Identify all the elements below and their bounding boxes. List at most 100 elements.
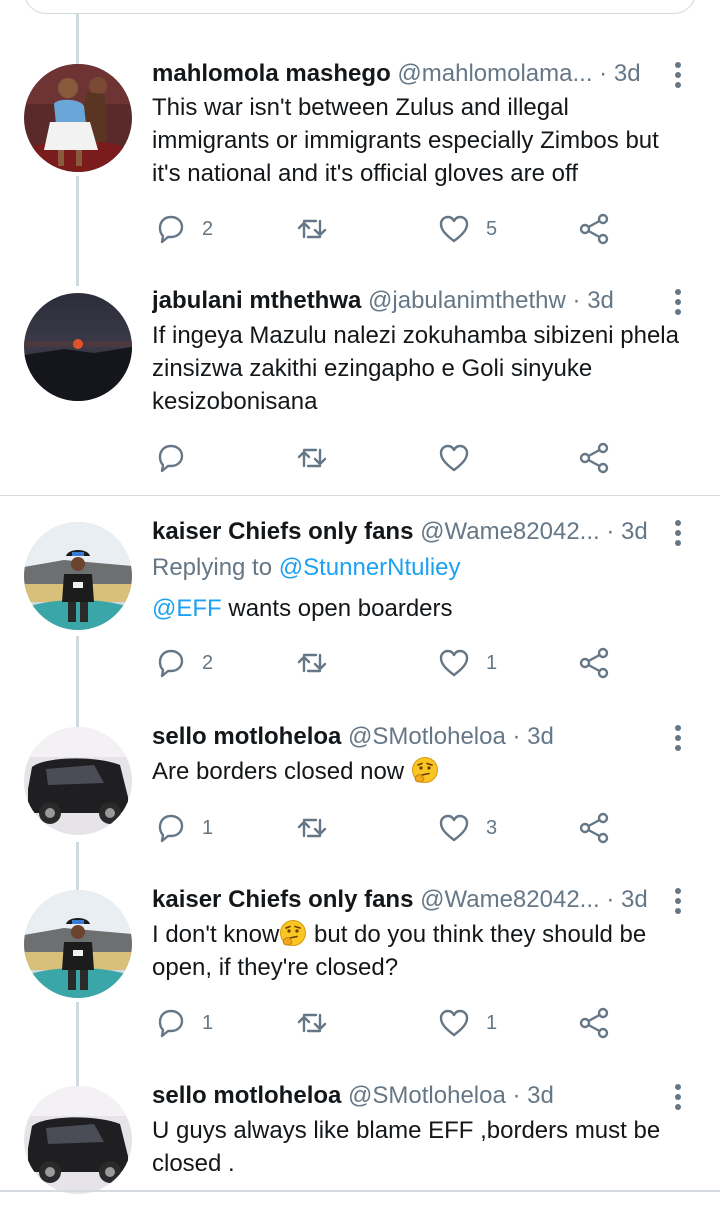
like-button[interactable]: 5 xyxy=(436,209,497,249)
more-vertical-icon[interactable] xyxy=(668,287,688,317)
user-handle[interactable]: @Wame82042... xyxy=(420,518,600,545)
more-vertical-icon[interactable] xyxy=(668,886,688,916)
more-vertical-icon[interactable] xyxy=(668,1082,688,1112)
mention-link[interactable]: @EFF xyxy=(152,595,222,622)
heart-icon xyxy=(439,215,469,243)
tweet-text: U guys always like blame EFF ,borders mu… xyxy=(152,1117,661,1177)
retweet-button[interactable] xyxy=(294,808,330,848)
heart-icon xyxy=(439,444,469,472)
reply-button[interactable]: 2 xyxy=(152,643,213,683)
timestamp[interactable]: 3d xyxy=(587,287,614,314)
tweet-header: mahlomola mashego @mahlomolama... · 3d xyxy=(152,58,660,90)
reply-button[interactable] xyxy=(152,438,188,478)
tweet-header: kaiser Chiefs only fans @Wame82042... · … xyxy=(152,884,660,916)
tweet-header: jabulani mthethwa @jabulanimthethw · 3d xyxy=(152,285,660,317)
user-handle[interactable]: @mahlomolama... xyxy=(397,60,592,87)
tweet[interactable]: mahlomola mashego @mahlomolama... · 3d T… xyxy=(0,56,720,256)
more-vertical-icon[interactable] xyxy=(668,60,688,90)
tweet[interactable]: kaiser Chiefs only fans @Wame82042... · … xyxy=(0,882,720,1062)
retweet-icon xyxy=(297,1013,327,1033)
separator-dot: · xyxy=(606,886,615,913)
timestamp[interactable]: 3d xyxy=(527,723,554,750)
share-button[interactable] xyxy=(576,1003,612,1043)
reply-icon xyxy=(158,215,184,244)
tweet-text: This war isn't between Zulus and illegal… xyxy=(152,94,659,187)
separator-dot: · xyxy=(512,1082,521,1109)
share-button[interactable] xyxy=(576,643,612,683)
like-button[interactable]: 1 xyxy=(436,643,497,683)
share-button[interactable] xyxy=(576,438,612,478)
reply-button[interactable]: 1 xyxy=(152,1003,213,1043)
retweet-button[interactable] xyxy=(294,643,330,683)
tweet-text: If ingeya Mazulu nalezi zokuhamba sibize… xyxy=(152,322,679,415)
separator-dot: · xyxy=(572,287,581,314)
like-count: 5 xyxy=(486,217,498,240)
conversation-divider xyxy=(0,495,720,496)
more-vertical-icon[interactable] xyxy=(668,518,688,548)
avatar[interactable] xyxy=(24,890,132,998)
avatar[interactable] xyxy=(24,293,132,401)
like-count: 3 xyxy=(486,816,498,839)
tweet-header: sello motloheloa @SMotloheloa · 3d xyxy=(152,1080,660,1112)
timestamp[interactable]: 3d xyxy=(621,518,648,545)
separator-dot: · xyxy=(512,723,521,750)
avatar[interactable] xyxy=(24,1086,132,1194)
retweet-icon xyxy=(297,448,327,468)
tweet-header: kaiser Chiefs only fans @Wame82042... · … xyxy=(152,516,660,548)
tweet-text-body: Are borders closed now xyxy=(152,758,411,785)
reply-icon xyxy=(158,444,184,473)
replying-to-link[interactable]: @StunnerNtuliey xyxy=(279,554,461,581)
separator-dot: · xyxy=(606,518,615,545)
heart-icon xyxy=(439,649,469,677)
reply-button[interactable]: 1 xyxy=(152,808,213,848)
separator-dot: · xyxy=(599,60,608,87)
share-button[interactable] xyxy=(576,209,612,249)
display-name[interactable]: jabulani mthethwa xyxy=(152,287,361,314)
retweet-icon xyxy=(297,219,327,239)
tweet-actions xyxy=(152,438,632,478)
reply-button[interactable]: 2 xyxy=(152,209,213,249)
like-count: 1 xyxy=(486,651,498,674)
replying-to: Replying to @StunnerNtuliey xyxy=(152,552,461,584)
display-name[interactable]: mahlomola mashego xyxy=(152,60,391,87)
avatar[interactable] xyxy=(24,522,132,630)
share-icon xyxy=(579,812,609,844)
display-name[interactable]: sello motloheloa xyxy=(152,1082,341,1109)
user-handle[interactable]: @SMotloheloa xyxy=(348,723,506,750)
tweet[interactable]: sello motloheloa @SMotloheloa · 3d U guy… xyxy=(0,1078,720,1194)
tweet-text: @EFF wants open boarders xyxy=(152,592,692,625)
reply-icon xyxy=(158,649,184,678)
user-handle[interactable]: @Wame82042... xyxy=(420,886,600,913)
tweet-text: Are borders closed now xyxy=(152,755,692,788)
tweet-actions: 2 1 xyxy=(152,643,632,683)
share-button[interactable] xyxy=(576,808,612,848)
like-count: 1 xyxy=(486,1011,498,1034)
tweet-actions: 2 5 xyxy=(152,209,632,249)
reply-count: 1 xyxy=(202,816,214,839)
user-handle[interactable]: @jabulanimthethw xyxy=(368,287,566,314)
tweet-header: sello motloheloa @SMotloheloa · 3d xyxy=(152,721,660,753)
user-handle[interactable]: @SMotloheloa xyxy=(348,1082,506,1109)
tweet[interactable]: jabulani mthethwa @jabulanimthethw · 3d … xyxy=(0,285,720,490)
retweet-button[interactable] xyxy=(294,1003,330,1043)
replying-to-label: Replying to xyxy=(152,554,279,581)
retweet-button[interactable] xyxy=(294,438,330,478)
retweet-button[interactable] xyxy=(294,209,330,249)
tweet[interactable]: kaiser Chiefs only fans @Wame82042... · … xyxy=(0,514,720,694)
like-button[interactable]: 1 xyxy=(436,1003,497,1043)
display-name[interactable]: sello motloheloa xyxy=(152,723,341,750)
timestamp[interactable]: 3d xyxy=(614,60,641,87)
avatar[interactable] xyxy=(24,727,132,835)
tweet-actions: 1 3 xyxy=(152,808,632,848)
display-name[interactable]: kaiser Chiefs only fans xyxy=(152,886,413,913)
avatar[interactable] xyxy=(24,64,132,172)
like-button[interactable]: 3 xyxy=(436,808,497,848)
share-icon xyxy=(579,1007,609,1039)
like-button[interactable] xyxy=(436,438,472,478)
reply-count: 1 xyxy=(202,1011,214,1034)
display-name[interactable]: kaiser Chiefs only fans xyxy=(152,518,413,545)
tweet[interactable]: sello motloheloa @SMotloheloa · 3d Are b… xyxy=(0,719,720,869)
timestamp[interactable]: 3d xyxy=(527,1082,554,1109)
timestamp[interactable]: 3d xyxy=(621,886,648,913)
more-vertical-icon[interactable] xyxy=(668,723,688,753)
